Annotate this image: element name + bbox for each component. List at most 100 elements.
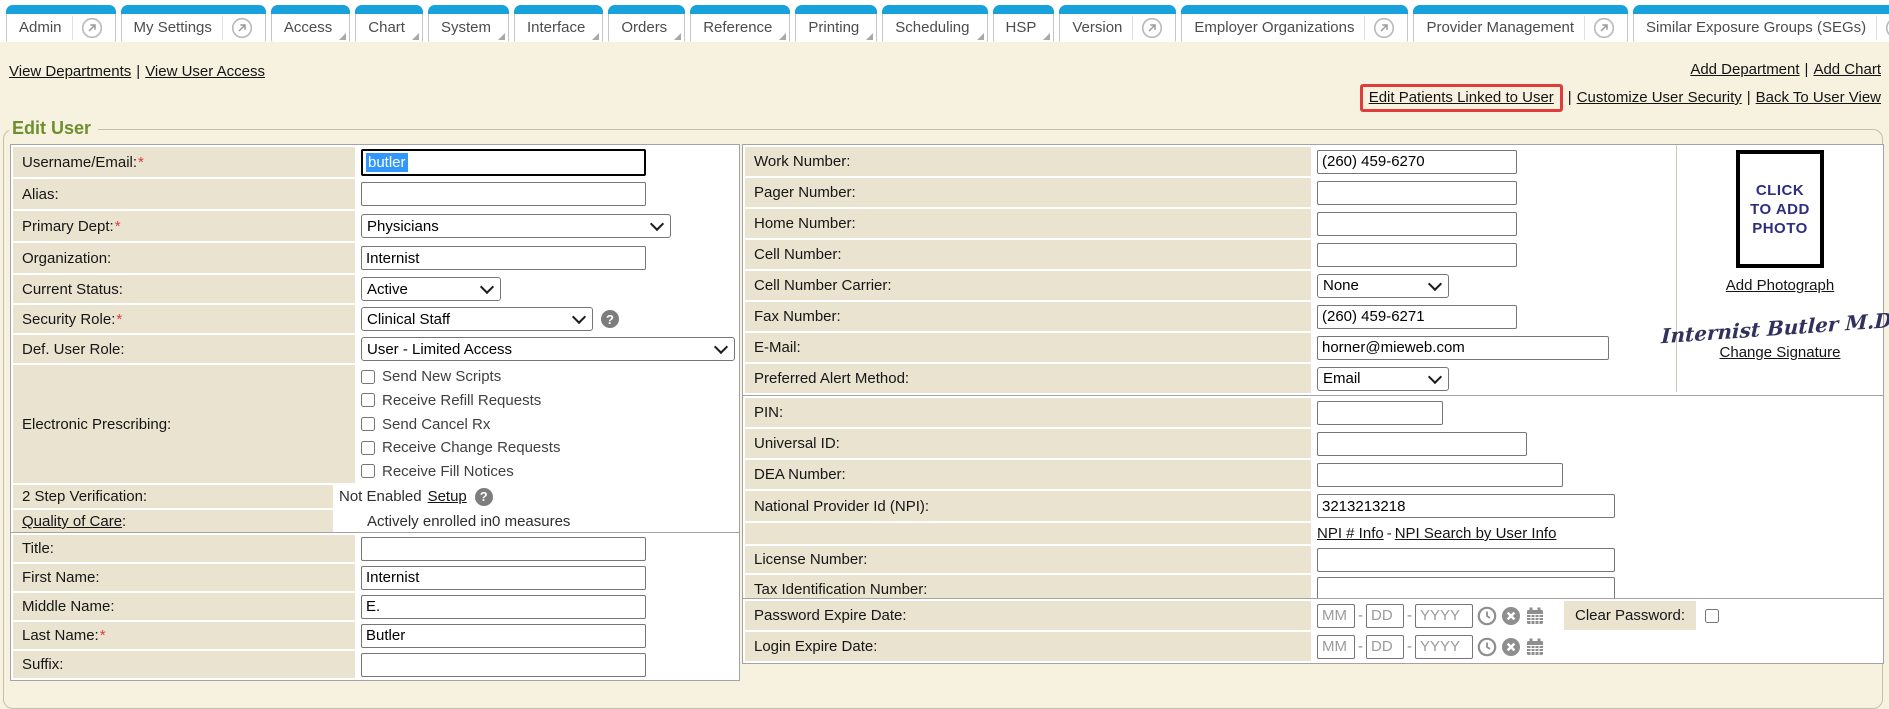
primary-dept-select[interactable]: Physicians: [361, 214, 671, 238]
popout-arrow-icon[interactable]: [1885, 17, 1889, 39]
first-name-input[interactable]: [361, 566, 646, 590]
receive-change-requests-option[interactable]: Receive Change Requests: [361, 436, 560, 460]
security-role-select[interactable]: Clinical Staff: [361, 307, 593, 331]
clear-password-checkbox[interactable]: [1705, 609, 1719, 623]
tab-hsp[interactable]: HSP: [993, 5, 1055, 42]
alias-input[interactable]: [361, 182, 646, 206]
quality-of-care-link[interactable]: Quality of Care: [22, 513, 122, 530]
calendar-icon[interactable]: [1525, 637, 1545, 657]
customize-user-security-link[interactable]: Customize User Security: [1577, 88, 1742, 108]
email-field[interactable]: [1317, 336, 1609, 360]
npi-info-link[interactable]: NPI # Info: [1317, 525, 1384, 542]
pager-number-input[interactable]: [1317, 181, 1517, 205]
popout-arrow-icon[interactable]: [1593, 17, 1615, 39]
fax-number-input[interactable]: [1317, 305, 1517, 329]
receive-change-requests-checkbox[interactable]: [361, 441, 375, 455]
login-expire-day-input[interactable]: [1366, 635, 1404, 659]
security-role-row: Security Role:* Clinical Staff?: [13, 305, 737, 333]
tab-admin[interactable]: Admin: [6, 5, 116, 42]
two-step-setup-link[interactable]: Setup: [428, 488, 467, 505]
tab-access[interactable]: Access: [271, 5, 350, 42]
organization-input[interactable]: [361, 246, 646, 270]
def-user-role-select[interactable]: User - Limited Access: [361, 337, 735, 361]
receive-refill-requests-checkbox[interactable]: [361, 393, 375, 407]
edit-patients-linked-link[interactable]: Edit Patients Linked to User: [1369, 89, 1554, 106]
calendar-icon[interactable]: [1525, 606, 1545, 626]
send-cancel-rx-option[interactable]: Send Cancel Rx: [361, 412, 490, 436]
chevron-down-icon: [714, 340, 728, 354]
home-number-label: Home Number:: [745, 209, 1311, 238]
alert-method-select[interactable]: Email: [1317, 367, 1449, 391]
tab-scheduling[interactable]: Scheduling: [882, 5, 987, 42]
tab-chart[interactable]: Chart: [355, 5, 423, 42]
title-input[interactable]: [361, 537, 646, 561]
clock-icon[interactable]: [1477, 606, 1497, 626]
popout-arrow-icon[interactable]: [81, 17, 103, 39]
add-photo-placeholder[interactable]: CLICK TO ADD PHOTO: [1736, 150, 1824, 268]
dropdown-fold-icon: [866, 33, 873, 40]
home-number-input[interactable]: [1317, 212, 1517, 236]
help-icon[interactable]: ?: [601, 310, 619, 328]
selected-option: None: [1323, 277, 1359, 294]
tab-interface[interactable]: Interface: [514, 5, 603, 42]
dea-number-input[interactable]: [1317, 463, 1563, 487]
universal-id-input[interactable]: [1317, 432, 1527, 456]
tab-orders[interactable]: Orders: [608, 5, 685, 42]
popout-arrow-icon[interactable]: [231, 17, 253, 39]
username-input[interactable]: butler: [361, 149, 646, 176]
license-number-input[interactable]: [1317, 548, 1615, 572]
middle-name-input[interactable]: [361, 595, 646, 619]
username-label: Username/Email:*: [13, 147, 355, 177]
popout-arrow-icon[interactable]: [1141, 17, 1163, 39]
view-departments-link[interactable]: View Departments: [9, 63, 131, 80]
quality-of-care-label: Quality of Care:: [13, 510, 333, 533]
send-new-scripts-option[interactable]: Send New Scripts: [361, 365, 501, 389]
password-expire-day-input[interactable]: [1366, 604, 1404, 628]
cell-carrier-select[interactable]: None: [1317, 274, 1449, 298]
tab-printing[interactable]: Printing: [795, 5, 877, 42]
tab-version[interactable]: Version: [1059, 5, 1176, 42]
tab-system[interactable]: System: [428, 5, 509, 42]
tab-reference[interactable]: Reference: [690, 5, 790, 42]
last-name-input[interactable]: [361, 624, 646, 648]
suffix-input[interactable]: [361, 653, 646, 677]
receive-fill-notices-option[interactable]: Receive Fill Notices: [361, 459, 514, 483]
help-icon[interactable]: ?: [475, 488, 493, 506]
clear-date-icon[interactable]: [1501, 606, 1521, 626]
password-expire-month-input[interactable]: [1317, 604, 1355, 628]
view-user-access-link[interactable]: View User Access: [145, 63, 265, 80]
alias-label: Alias:: [13, 179, 355, 209]
work-number-input[interactable]: [1317, 150, 1517, 174]
clear-date-icon[interactable]: [1501, 637, 1521, 657]
photo-signature-panel: CLICK TO ADD PHOTO Add Photograph Intern…: [1676, 145, 1883, 392]
tab-provider-management[interactable]: Provider Management: [1413, 5, 1628, 42]
current-status-select[interactable]: Active: [361, 277, 501, 301]
clock-icon[interactable]: [1477, 637, 1497, 657]
change-signature-link[interactable]: Change Signature: [1720, 344, 1841, 361]
tab-employer-organizations[interactable]: Employer Organizations: [1181, 5, 1408, 42]
add-department-link[interactable]: Add Department: [1690, 61, 1799, 78]
popout-arrow-icon[interactable]: [1373, 17, 1395, 39]
highlight-red-box: Edit Patients Linked to User: [1360, 84, 1563, 112]
pin-input[interactable]: [1317, 401, 1443, 425]
add-photograph-link[interactable]: Add Photograph: [1726, 277, 1834, 294]
password-expire-year-input[interactable]: [1415, 604, 1473, 628]
send-new-scripts-checkbox[interactable]: [361, 370, 375, 384]
tab-my-settings[interactable]: My Settings: [121, 5, 266, 42]
cell-carrier-label: Cell Number Carrier:: [745, 271, 1311, 300]
login-expire-year-input[interactable]: [1415, 635, 1473, 659]
send-cancel-rx-checkbox[interactable]: [361, 417, 375, 431]
npi-search-link[interactable]: NPI Search by User Info: [1395, 525, 1557, 542]
password-expire-label: Password Expire Date:: [745, 601, 1311, 630]
tab-divider: [1132, 16, 1133, 40]
add-chart-link[interactable]: Add Chart: [1813, 61, 1881, 78]
cell-number-input[interactable]: [1317, 243, 1517, 267]
selected-option: Email: [1323, 370, 1361, 387]
back-to-user-view-link[interactable]: Back To User View: [1756, 88, 1881, 108]
receive-fill-notices-checkbox[interactable]: [361, 464, 375, 478]
npi-input[interactable]: [1317, 494, 1615, 518]
login-expire-month-input[interactable]: [1317, 635, 1355, 659]
tab-similar-exposure-groups[interactable]: Similar Exposure Groups (SEGs): [1633, 5, 1889, 42]
suffix-label: Suffix:: [13, 651, 355, 678]
receive-refill-requests-option[interactable]: Receive Refill Requests: [361, 389, 541, 413]
